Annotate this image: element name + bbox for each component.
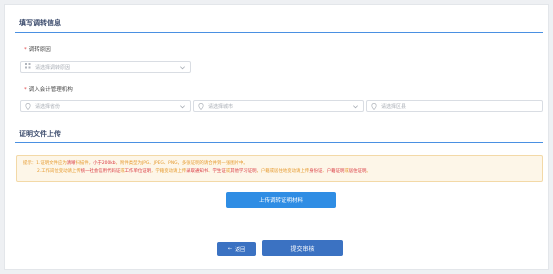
form-card: 填写调转信息 * 调转原因 请选择调转原因 * 调入会计管理机构 请选择省份 请选择…: [4, 4, 549, 270]
submit-review-button[interactable]: 提交审核: [262, 240, 343, 256]
notice-text: ，户籍或居住地变动请上传: [256, 169, 310, 174]
notice-text: 。: [366, 169, 371, 174]
notice-highlight: 其他学习证明: [230, 169, 257, 174]
section-divider: [15, 142, 543, 143]
chevron-down-icon: [353, 104, 358, 108]
notice-text: ，附件类型为JPG、JPEG、PNG，多张证明的请合并到一张图片中。: [115, 161, 248, 166]
district-select[interactable]: 请选择区县: [366, 100, 543, 112]
notice-highlight: 统一社会信用代码证: [80, 169, 121, 174]
notice-line-1: 提示：1.证明文件应为清晰扫描件，小于200kb，附件类型为JPG、JPEG、P…: [23, 160, 536, 168]
required-mark: *: [24, 87, 27, 93]
grid-icon: [25, 63, 31, 71]
upload-proof-button[interactable]: 上传调转证明材料: [226, 192, 336, 208]
section-title-transfer: 填写调转信息: [19, 19, 61, 27]
required-mark: *: [24, 47, 27, 53]
location-icon: [25, 102, 31, 110]
chevron-down-icon: [180, 65, 185, 69]
province-placeholder: 请选择省份: [35, 103, 61, 110]
notice-highlight: 小于200kb: [93, 161, 116, 166]
notice-highlight: 录取通知书: [186, 169, 209, 174]
chevron-down-icon: [180, 104, 185, 108]
notice-highlight: 学生证: [212, 169, 226, 174]
transfer-reason-placeholder: 请选择调转原因: [35, 64, 71, 71]
city-select[interactable]: 请选择城市: [193, 100, 364, 112]
notice-text: 扫描件，: [75, 161, 94, 166]
back-button[interactable]: ← 返回: [217, 242, 256, 256]
arrow-left-icon: ←: [227, 246, 233, 252]
section-divider: [15, 32, 543, 33]
section-title-proof: 证明文件上传: [19, 130, 61, 138]
notice-highlight: 工作单位证明: [124, 169, 152, 174]
transfer-reason-label-text: 调转原因: [28, 47, 51, 53]
back-button-label: 返回: [235, 246, 246, 253]
location-icon: [371, 102, 377, 110]
notice-text: 提示：1.证明文件应为: [23, 161, 67, 166]
transfer-reason-label: * 调转原因: [24, 45, 51, 53]
district-placeholder: 请选择区县: [381, 103, 407, 110]
province-select[interactable]: 请选择省份: [20, 100, 191, 112]
destination-label: * 调入会计管理机构: [24, 85, 73, 93]
city-placeholder: 请选择城市: [208, 103, 234, 110]
location-icon: [198, 102, 204, 110]
notice-highlight: 居住证明: [348, 169, 367, 174]
transfer-reason-select[interactable]: 请选择调转原因: [20, 61, 191, 73]
notice-text: ，学籍变动请上传: [151, 169, 187, 174]
destination-label-text: 调入会计管理机构: [28, 87, 73, 93]
upload-notice: 提示：1.证明文件应为清晰扫描件，小于200kb，附件类型为JPG、JPEG、P…: [16, 155, 543, 182]
notice-highlight: 户籍证明: [326, 169, 345, 174]
notice-highlight: 清晰: [66, 161, 76, 166]
notice-text: 2.工作岗位变动请上传: [37, 169, 81, 174]
notice-line-2: 2.工作岗位变动请上传统一社会信用代码证或工作单位证明，学籍变动请上传录取通知书…: [23, 168, 536, 176]
notice-highlight: 身份证: [309, 169, 323, 174]
